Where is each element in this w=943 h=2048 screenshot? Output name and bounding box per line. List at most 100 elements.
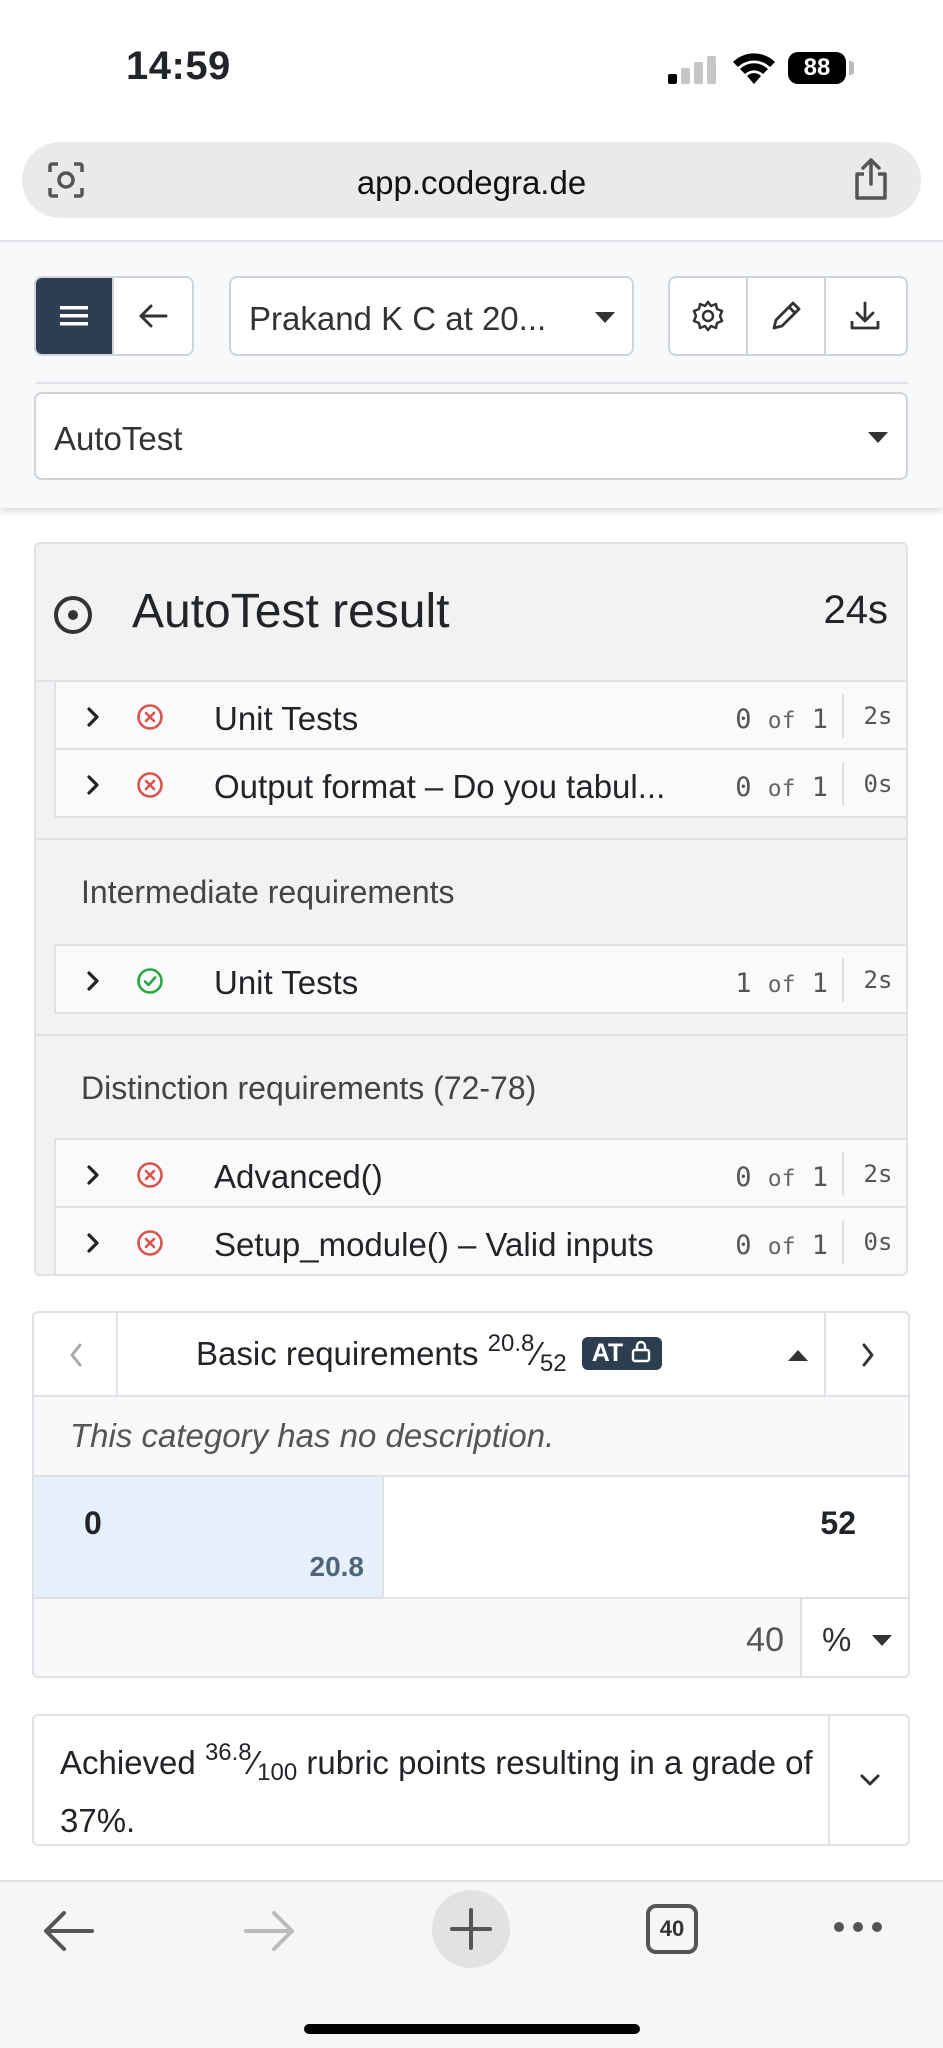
arrow-left-icon bbox=[139, 304, 168, 328]
hamburger-icon bbox=[60, 306, 88, 326]
rubric-category-name: Basic requirements bbox=[196, 1335, 479, 1372]
settings-button[interactable] bbox=[670, 278, 748, 354]
autotest-header: AutoTest result 24s bbox=[36, 544, 906, 682]
caret-down-icon bbox=[868, 432, 888, 443]
status-time: 14:59 bbox=[126, 44, 231, 88]
mode-select-value: AutoTest bbox=[54, 420, 183, 457]
gear-icon bbox=[692, 300, 724, 332]
autotest-result-card: AutoTest result 24s Unit Tests 0 of 1 2s… bbox=[34, 542, 908, 1276]
selected-level[interactable]: 0 20.8 bbox=[34, 1477, 384, 1597]
new-tab-button[interactable] bbox=[432, 1890, 510, 1968]
grade-summary-text: Achieved 36.8⁄100 rubric points resultin… bbox=[60, 1739, 813, 1839]
pencil-icon bbox=[772, 301, 801, 330]
test-name: Unit Tests bbox=[214, 700, 359, 737]
rubric-levels: 0 20.8 52 bbox=[34, 1477, 908, 1599]
download-button[interactable] bbox=[826, 278, 904, 354]
rubric-category-title[interactable]: Basic requirements 20.8⁄52 AT bbox=[196, 1330, 663, 1377]
caret-down-icon bbox=[595, 312, 615, 323]
test-duration: 0s bbox=[842, 1220, 906, 1264]
chevron-right-icon bbox=[87, 1165, 99, 1185]
nav-button-group bbox=[34, 276, 194, 356]
check-circle-icon bbox=[137, 968, 163, 994]
mode-select[interactable]: AutoTest bbox=[34, 392, 908, 480]
student-select[interactable]: Prakand K C at 20... bbox=[229, 276, 634, 356]
test-name: Setup_module() – Valid inputs bbox=[214, 1226, 654, 1263]
chevron-right-icon bbox=[87, 775, 99, 795]
unit-select-value: % bbox=[822, 1621, 852, 1658]
home-indicator bbox=[304, 2024, 640, 2034]
url-bar[interactable]: app.codegra.de bbox=[22, 142, 921, 218]
browser-bottom-bar: 40 bbox=[0, 1880, 943, 2048]
share-icon[interactable] bbox=[851, 156, 891, 202]
rubric-max: 52 bbox=[539, 1350, 567, 1377]
browser-back-icon[interactable] bbox=[40, 1908, 96, 1954]
autotest-title: AutoTest result bbox=[132, 585, 450, 638]
chevron-right-icon bbox=[87, 707, 99, 727]
more-icon[interactable] bbox=[832, 1920, 884, 1934]
tabs-button[interactable]: 40 bbox=[646, 1904, 698, 1954]
test-score: 0 of 1 bbox=[735, 772, 828, 803]
cellular-signal-icon bbox=[668, 56, 718, 84]
rubric-value-input[interactable]: 40 bbox=[746, 1621, 784, 1660]
url-text[interactable]: app.codegra.de bbox=[22, 164, 921, 202]
fail-circle-icon bbox=[137, 772, 163, 798]
test-row[interactable]: Unit Tests 0 of 1 2s bbox=[54, 680, 906, 750]
chevron-right-icon bbox=[87, 971, 99, 991]
menu-button[interactable] bbox=[36, 278, 114, 354]
fail-circle-icon bbox=[137, 1162, 163, 1188]
rubric-category-nav: Basic requirements 20.8⁄52 AT bbox=[34, 1313, 908, 1397]
lock-icon bbox=[631, 1340, 651, 1363]
caret-down-icon bbox=[872, 1635, 892, 1646]
test-score: 1 of 1 bbox=[735, 968, 828, 999]
fail-circle-icon bbox=[137, 1230, 163, 1256]
submission-toolbar: Prakand K C at 20... AutoTest bbox=[0, 240, 943, 508]
record-circle-icon bbox=[54, 596, 92, 634]
level-min-points: 0 bbox=[84, 1505, 102, 1541]
chevron-down-icon bbox=[860, 1774, 880, 1786]
rubric-input-row: 40 % bbox=[34, 1599, 908, 1676]
test-duration: 2s bbox=[842, 1152, 906, 1196]
chevron-right-icon bbox=[862, 1343, 874, 1367]
level-max-points: 52 bbox=[820, 1505, 856, 1541]
test-score: 0 of 1 bbox=[735, 704, 828, 735]
test-name: Advanced() bbox=[214, 1158, 383, 1195]
autotest-duration: 24s bbox=[823, 588, 889, 632]
previous-category-button[interactable] bbox=[34, 1313, 118, 1397]
test-row[interactable]: Unit Tests 1 of 1 2s bbox=[54, 944, 906, 1014]
battery-nub bbox=[849, 61, 854, 75]
fail-circle-icon bbox=[137, 704, 163, 730]
rubric-score: 20.8 bbox=[487, 1330, 535, 1357]
summary-toggle-button[interactable] bbox=[828, 1716, 908, 1844]
plus-icon bbox=[450, 1908, 492, 1950]
chevron-right-icon bbox=[87, 1233, 99, 1253]
next-category-button[interactable] bbox=[824, 1313, 908, 1397]
back-button[interactable] bbox=[114, 278, 192, 354]
category-divider bbox=[36, 838, 906, 840]
autotest-badge: AT bbox=[581, 1337, 663, 1370]
test-score: 0 of 1 bbox=[735, 1230, 828, 1261]
grade-summary: Achieved 36.8⁄100 rubric points resultin… bbox=[32, 1714, 910, 1846]
unit-select[interactable]: % bbox=[800, 1599, 908, 1676]
download-icon bbox=[850, 301, 880, 330]
rubric-description: This category has no description. bbox=[34, 1397, 908, 1477]
wifi-icon bbox=[733, 53, 775, 84]
test-row[interactable]: Output format – Do you tabul... 0 of 1 0… bbox=[54, 748, 906, 818]
student-select-value: Prakand K C at 20... bbox=[249, 300, 547, 337]
test-row[interactable]: Setup_module() – Valid inputs 0 of 1 0s bbox=[54, 1206, 906, 1274]
test-score: 0 of 1 bbox=[735, 1162, 828, 1193]
rubric-description-text: This category has no description. bbox=[70, 1417, 555, 1454]
status-bar: 14:59 88 bbox=[0, 0, 943, 130]
category-label: Distinction requirements (72-78) bbox=[81, 1070, 537, 1106]
level-achieved-points: 20.8 bbox=[309, 1551, 365, 1582]
test-row[interactable]: Advanced() 0 of 1 2s bbox=[54, 1138, 906, 1208]
action-button-group bbox=[668, 276, 908, 356]
test-name: Output format – Do you tabul... bbox=[214, 768, 666, 805]
test-duration: 2s bbox=[842, 694, 906, 738]
toolbar-divider bbox=[36, 382, 908, 384]
rubric-category-card: Basic requirements 20.8⁄52 AT This categ… bbox=[32, 1311, 910, 1678]
browser-forward-icon[interactable] bbox=[242, 1908, 298, 1954]
summary-points: 36.8 bbox=[204, 1739, 252, 1766]
caret-up-icon[interactable] bbox=[788, 1350, 808, 1361]
edit-button[interactable] bbox=[748, 278, 826, 354]
category-divider bbox=[36, 1034, 906, 1036]
